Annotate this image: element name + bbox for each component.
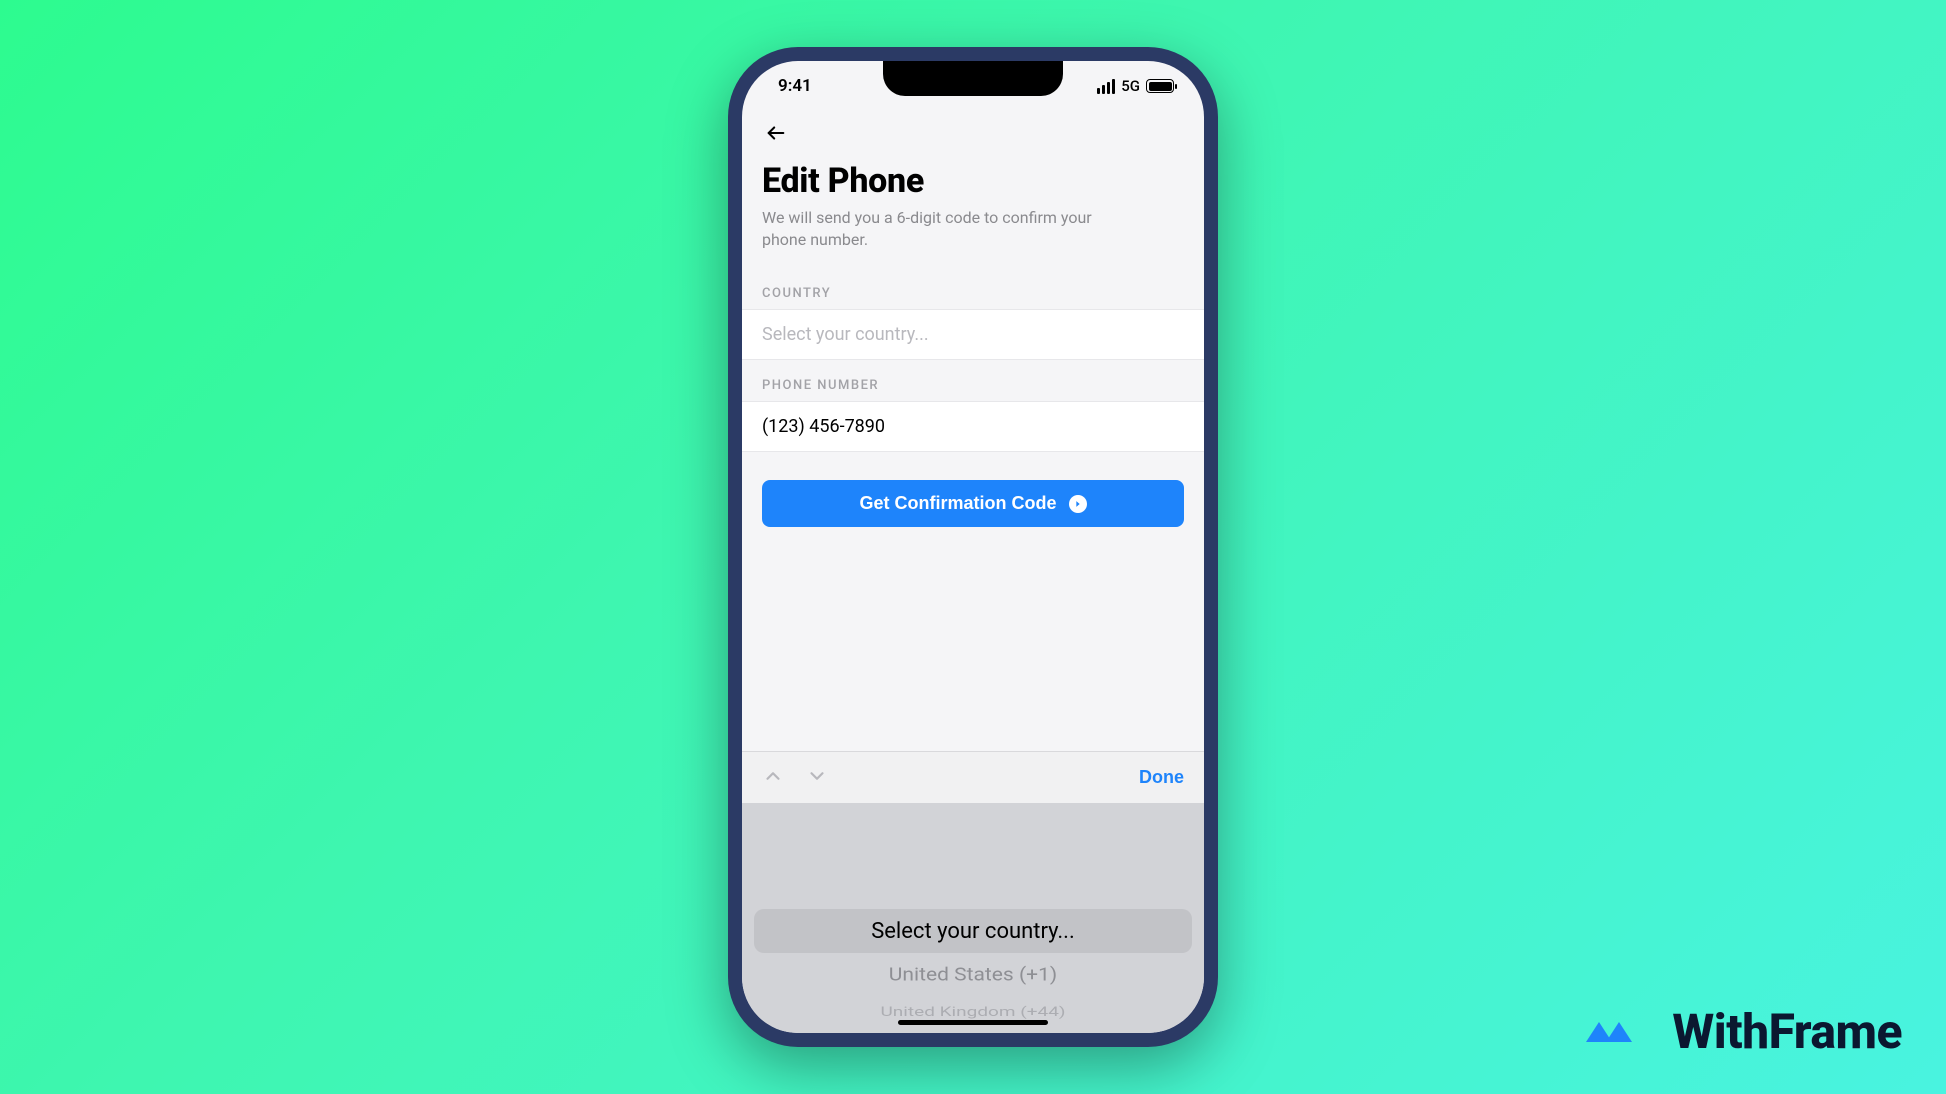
phone-screen: 9:41 5G Edit Phone We will send you a 6-…	[742, 61, 1204, 1033]
network-label: 5G	[1121, 77, 1140, 95]
picker-option-selected[interactable]: Select your country...	[742, 909, 1204, 953]
phone-frame: 9:41 5G Edit Phone We will send you a 6-…	[728, 47, 1218, 1047]
status-right: 5G	[1097, 77, 1174, 95]
chevron-up-icon	[762, 765, 784, 787]
arrow-left-icon	[765, 122, 787, 144]
brand-name: WithFrame	[1672, 1003, 1902, 1060]
chevron-down-icon	[806, 765, 828, 787]
get-code-button[interactable]: Get Confirmation Code	[762, 480, 1184, 527]
nav-bar	[742, 111, 1204, 151]
input-accessory-bar: Done	[742, 751, 1204, 803]
picker-options: Select your country... United States (+1…	[742, 803, 1204, 1033]
brand-watermark: WithFrame	[1584, 1003, 1902, 1060]
accessory-next-button[interactable]	[806, 765, 828, 790]
promo-stage: 9:41 5G Edit Phone We will send you a 6-…	[0, 0, 1946, 1094]
arrow-right-circle-icon	[1069, 495, 1087, 513]
back-button[interactable]	[762, 119, 790, 147]
page-subtitle: We will send you a 6-digit code to confi…	[762, 207, 1122, 250]
get-code-label: Get Confirmation Code	[860, 493, 1057, 514]
accessory-prev-button[interactable]	[762, 765, 784, 790]
page-title: Edit Phone	[762, 161, 1184, 201]
brand-logo-icon	[1584, 1008, 1658, 1056]
country-select[interactable]: Select your country...	[742, 309, 1204, 360]
status-time: 9:41	[778, 76, 812, 96]
country-field-label: COUNTRY	[742, 268, 1204, 309]
page-header: Edit Phone We will send you a 6-digit co…	[742, 151, 1204, 268]
phone-field-label: PHONE NUMBER	[742, 360, 1204, 401]
picker-option[interactable]: United States (+1)	[742, 955, 1204, 995]
picker-wheel[interactable]: Select your country... United States (+1…	[742, 803, 1204, 1033]
battery-icon	[1146, 79, 1174, 93]
home-indicator[interactable]	[898, 1020, 1048, 1025]
phone-input[interactable]: (123) 456-7890	[742, 401, 1204, 452]
signal-icon	[1097, 79, 1115, 94]
notch	[883, 61, 1063, 96]
accessory-done-button[interactable]: Done	[1139, 767, 1184, 788]
